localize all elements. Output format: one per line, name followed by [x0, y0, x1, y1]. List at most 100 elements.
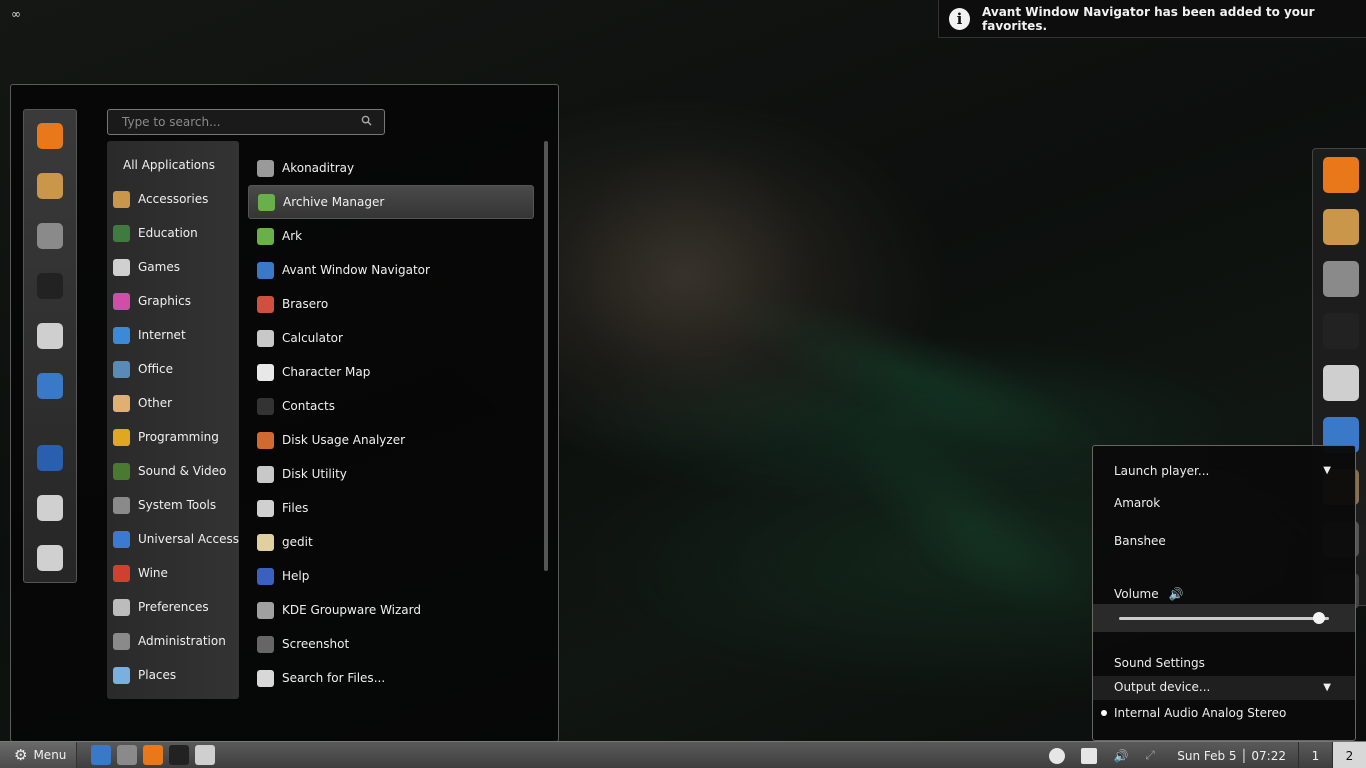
info-icon: i	[949, 7, 971, 30]
app-list-scrollbar[interactable]	[544, 141, 548, 571]
infinity-icon[interactable]: ∞	[11, 7, 21, 21]
category-item[interactable]: All Applications	[123, 154, 215, 176]
app-label: Avant Window Navigator	[282, 263, 430, 277]
notification-banner[interactable]: i Avant Window Navigator has been added …	[938, 0, 1366, 38]
category-item[interactable]: Places	[113, 664, 176, 686]
category-item[interactable]: Graphics	[113, 290, 191, 312]
panel-launchers	[85, 745, 216, 765]
app-item[interactable]: KDE Groupware Wizard	[248, 593, 534, 627]
app-item[interactable]: Help	[248, 559, 534, 593]
launch-player-item[interactable]: Launch player...	[1114, 464, 1209, 478]
favorite-logout[interactable]	[36, 494, 64, 522]
app-item[interactable]: Akonaditray	[248, 151, 534, 185]
category-label: Places	[138, 668, 177, 682]
app-item[interactable]: Search for Files...	[248, 661, 534, 695]
workspace-button[interactable]: 2	[1332, 742, 1366, 768]
volume-slider-knob[interactable]	[1312, 612, 1325, 624]
folder-icon[interactable]	[1081, 747, 1098, 764]
favorite-firefox[interactable]	[36, 122, 64, 150]
category-label: All Applications	[123, 158, 215, 172]
launcher-file-cabinet-icon[interactable]	[195, 745, 216, 765]
category-item[interactable]: Programming	[113, 426, 219, 448]
wallpaper-swoosh	[560, 150, 820, 390]
search-input[interactable]: Type to search...	[107, 109, 385, 135]
app-item[interactable]: Avant Window Navigator	[248, 253, 534, 287]
volume-slider-track	[1119, 617, 1329, 620]
category-item[interactable]: Office	[113, 358, 173, 380]
volume-icon[interactable]: 🔊	[1113, 748, 1129, 764]
sound-settings-item[interactable]: Sound Settings	[1114, 656, 1205, 670]
kde-groupware-wizard-icon	[257, 601, 274, 619]
app-label: Search for Files...	[282, 671, 386, 685]
network-icon[interactable]	[1049, 747, 1066, 764]
workspace-button[interactable]: 1	[1298, 742, 1332, 768]
app-item[interactable]: gedit	[248, 525, 534, 559]
category-item[interactable]: Administration	[113, 630, 226, 652]
dock-terminal-icon[interactable]	[1323, 313, 1359, 349]
disk-usage-analyzer-icon	[257, 431, 274, 449]
triangle-down-icon: ▼	[1323, 682, 1331, 693]
search-icon	[361, 115, 372, 126]
volume-label: Volume	[1114, 587, 1159, 601]
dock-package-installer-icon[interactable]	[1323, 209, 1359, 245]
clock[interactable]: Sun Feb 5 │ 07:22	[1177, 749, 1286, 763]
app-item[interactable]: Disk Usage Analyzer	[248, 423, 534, 457]
app-item[interactable]: Contacts	[248, 389, 534, 423]
app-item[interactable]: Screenshot	[248, 627, 534, 661]
dock-file-cabinet-icon[interactable]	[1323, 365, 1359, 401]
output-option[interactable]: Internal Audio Analog Stereo	[1114, 706, 1286, 720]
preferences-icon	[113, 598, 130, 616]
output-device-label: Output device...	[1114, 680, 1211, 694]
window-navigator-icon	[37, 373, 63, 399]
application-menu: Type to search... All Applications Access…	[10, 84, 559, 742]
launcher-window-navigator-icon[interactable]	[91, 745, 112, 765]
category-item[interactable]: Universal Access	[113, 528, 239, 550]
app-item[interactable]: Character Map	[248, 355, 534, 389]
category-item[interactable]: Games	[113, 256, 180, 278]
app-item[interactable]: Brasero	[248, 287, 534, 321]
package-installer-icon	[37, 173, 63, 199]
calculator-icon	[257, 329, 274, 347]
system-tray: 🔊 ⤢ Sun Feb 5 │ 07:22 12	[1049, 742, 1366, 768]
app-item[interactable]: Calculator	[248, 321, 534, 355]
category-item[interactable]: Accessories	[113, 188, 208, 210]
category-item[interactable]: Other	[113, 392, 172, 414]
dock-firefox-icon[interactable]	[1323, 157, 1359, 193]
player-banshee[interactable]: Banshee	[1114, 534, 1166, 548]
app-item[interactable]: Archive Manager	[248, 185, 534, 219]
app-item[interactable]: Disk Utility	[248, 457, 534, 491]
disconnected-icon[interactable]: ⤢	[1145, 748, 1161, 764]
menu-button[interactable]: ⚙ Menu	[0, 741, 78, 768]
favorite-shutdown[interactable]	[36, 544, 64, 572]
favorite-window-navigator[interactable]	[36, 372, 64, 400]
favorite-lock-screen[interactable]	[36, 444, 64, 472]
category-item[interactable]: System Tools	[113, 494, 216, 516]
office-icon	[113, 360, 130, 378]
category-item[interactable]: Education	[113, 222, 198, 244]
volume-slider[interactable]	[1093, 604, 1355, 632]
app-item[interactable]: Ark	[248, 219, 534, 253]
favorite-system-settings[interactable]	[36, 222, 64, 250]
launcher-terminal-icon[interactable]	[169, 745, 190, 765]
favorite-package-installer[interactable]	[36, 172, 64, 200]
launcher-system-settings-icon[interactable]	[117, 745, 138, 765]
category-item[interactable]: Internet	[113, 324, 186, 346]
category-label: Preferences	[138, 600, 209, 614]
player-amarok[interactable]: Amarok	[1114, 496, 1160, 510]
triangle-down-icon[interactable]: ▼	[1323, 465, 1331, 476]
app-label: Help	[282, 569, 310, 583]
app-label: Screenshot	[282, 637, 350, 651]
universal-access-icon	[113, 530, 130, 548]
favorite-terminal[interactable]	[36, 272, 64, 300]
category-item[interactable]: Sound & Video	[113, 460, 226, 482]
app-item[interactable]: Files	[248, 491, 534, 525]
akonaditray-icon	[257, 159, 274, 177]
launcher-firefox-icon[interactable]	[143, 745, 164, 765]
category-item[interactable]: Wine	[113, 562, 168, 584]
dock-system-settings-icon[interactable]	[1323, 261, 1359, 297]
speaker-icon: 🔊	[1168, 587, 1184, 601]
category-item[interactable]: Preferences	[113, 596, 209, 618]
favorite-file-cabinet[interactable]	[36, 322, 64, 350]
category-label: Office	[138, 362, 174, 376]
output-device-row[interactable]: Output device... ▼	[1093, 676, 1355, 700]
